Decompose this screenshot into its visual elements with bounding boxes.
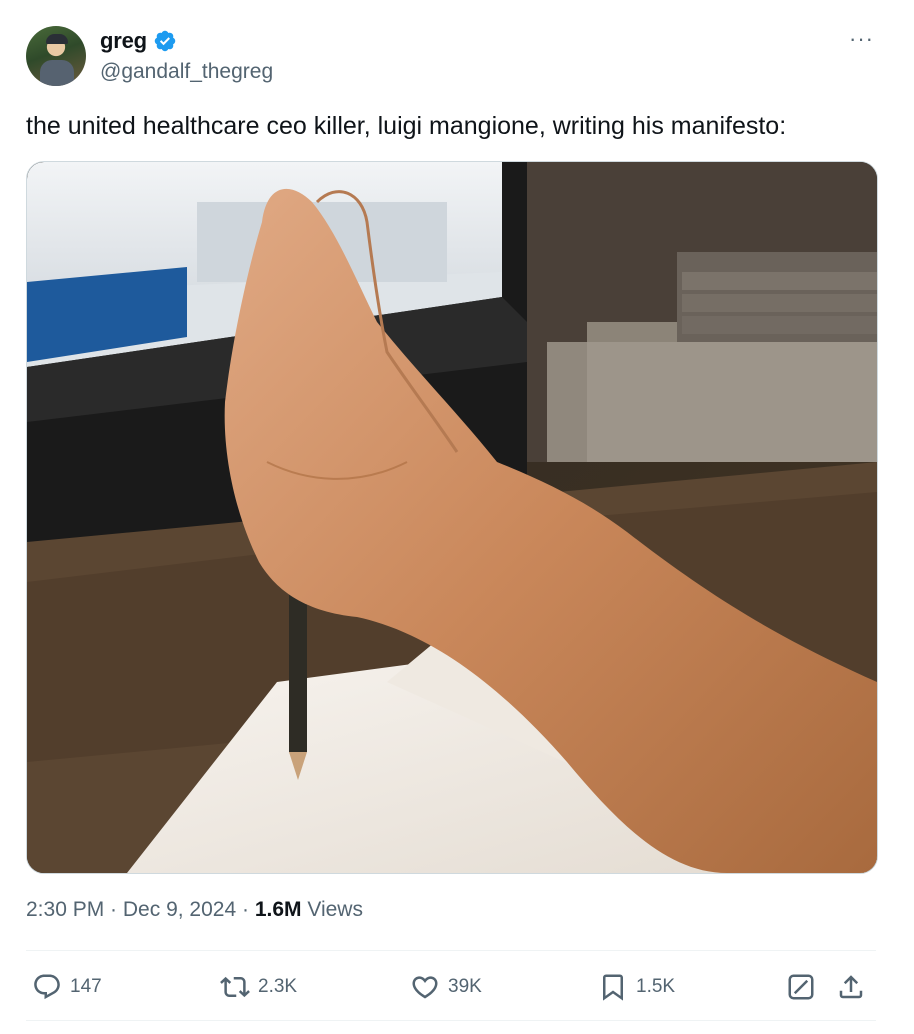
repost-count: 2.3K (258, 976, 298, 997)
avatar[interactable] (26, 26, 86, 86)
reply-button[interactable]: 147 (32, 972, 102, 1002)
bookmark-icon (603, 974, 623, 1001)
bookmark-button[interactable]: 1.5K (598, 972, 675, 1002)
like-count: 39K (448, 976, 482, 997)
divider (26, 1020, 876, 1021)
tweet-time[interactable]: 2:30 PM (26, 898, 104, 921)
verified-badge-icon (153, 29, 177, 53)
share-icon (839, 975, 863, 999)
like-button[interactable]: 39K (410, 972, 482, 1002)
more-icon[interactable]: ··· (849, 28, 874, 50)
bookmark-count: 1.5K (636, 976, 676, 997)
action-bar: 147 2.3K 39K 1.5K (26, 960, 876, 1014)
tweet-text: the united healthcare ceo killer, luigi … (26, 112, 787, 140)
author-handle[interactable]: @gandalf_thegreg (100, 60, 273, 84)
tweet-meta: 2:30 PM · Dec 9, 2024 · 1.6M Views (26, 898, 363, 922)
heart-icon (412, 976, 438, 999)
repost-button[interactable]: 2.3K (220, 972, 297, 1002)
divider (26, 950, 876, 951)
repost-icon (220, 976, 250, 998)
author-name-row: greg (100, 28, 177, 54)
grok-button[interactable] (786, 972, 816, 1002)
views-count: 1.6M (254, 898, 302, 921)
meta-separator: · (236, 898, 255, 921)
share-button[interactable] (836, 972, 866, 1002)
grok-icon (788, 974, 814, 1000)
views-label: Views (301, 898, 363, 921)
display-name[interactable]: greg (100, 28, 147, 54)
meta-separator: · (104, 898, 123, 921)
tweet-photo[interactable] (26, 161, 878, 874)
tweet-date[interactable]: Dec 9, 2024 (123, 898, 236, 921)
reply-count: 147 (70, 976, 102, 997)
reply-icon (34, 974, 60, 1000)
